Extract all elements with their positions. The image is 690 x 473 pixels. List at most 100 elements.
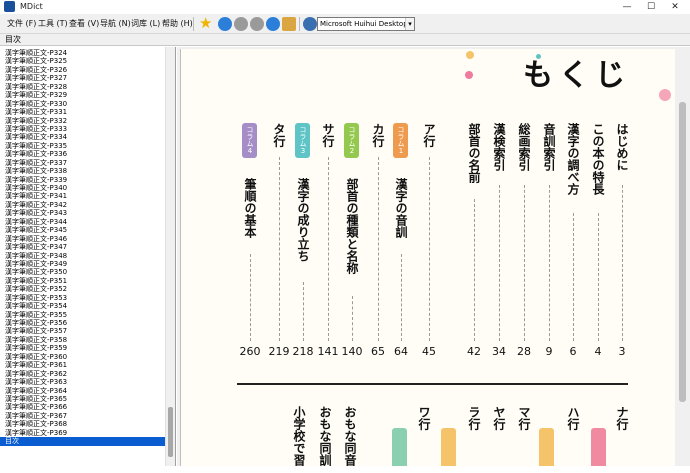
list-item[interactable]: 漢字筆順正文-P359 (0, 344, 166, 352)
list-item[interactable]: 漢字筆順正文-P331 (0, 108, 166, 116)
star-icon[interactable]: ★ (199, 15, 212, 31)
contents-entry[interactable]: この本の特長 (591, 123, 605, 195)
list-item[interactable]: 漢字筆順正文-P325 (0, 57, 166, 65)
list-item[interactable]: 漢字筆順正文-P363 (0, 378, 166, 386)
list-item[interactable]: 漢字筆順正文-P332 (0, 117, 166, 125)
contents-entry[interactable]: ア行 (422, 123, 436, 147)
viewer-scrollbar[interactable] (676, 47, 690, 466)
contents-entry[interactable]: ハ行 (566, 406, 580, 430)
page-title: もくじ (523, 58, 631, 93)
list-item[interactable]: 漢字筆順正文-P339 (0, 176, 166, 184)
column-badge (591, 428, 606, 466)
list-item[interactable]: 漢字筆順正文-P346 (0, 235, 166, 243)
contents-entry[interactable]: ナ行 (615, 406, 629, 430)
list-item[interactable]: 漢字筆順正文-P344 (0, 218, 166, 226)
menu-file[interactable]: 文件 (F) (7, 14, 36, 34)
menu-library[interactable]: 词库 (L) (131, 14, 160, 34)
menu-navigate[interactable]: 导航 (N) (100, 14, 131, 34)
forward-icon[interactable] (250, 17, 264, 31)
previous-icon[interactable] (266, 17, 280, 31)
maximize-button[interactable]: ☐ (639, 0, 663, 14)
contents-entry[interactable]: 音訓索引 (542, 123, 556, 171)
list-item[interactable]: 漢字筆順正文-P328 (0, 83, 166, 91)
page-number: 219 (268, 345, 290, 358)
list-item[interactable]: 漢字筆順正文-P338 (0, 167, 166, 175)
page-number: 140 (341, 345, 363, 358)
list-item[interactable]: 漢字筆順正文-P362 (0, 370, 166, 378)
list-item[interactable]: 漢字筆順正文-P335 (0, 142, 166, 150)
list-item[interactable]: 漢字筆順正文-P353 (0, 294, 166, 302)
speaker-icon[interactable] (303, 17, 317, 31)
menu-tools[interactable]: 工具 (T) (38, 14, 68, 34)
minimize-button[interactable]: — (615, 0, 639, 14)
list-item[interactable]: 漢字筆順正文-P334 (0, 133, 166, 141)
leader-line (401, 254, 402, 341)
contents-entry[interactable]: ワ行 (417, 406, 431, 430)
leader-line (352, 296, 353, 341)
list-item[interactable]: 漢字筆順正文-P336 (0, 150, 166, 158)
list-item[interactable]: 漢字筆順正文-P354 (0, 302, 166, 310)
menu-toolbar: 文件 (F) 工具 (T) 查看 (V) 导航 (N) 词库 (L) 帮助 (H… (0, 14, 690, 34)
list-item[interactable]: 漢字筆順正文-P345 (0, 226, 166, 234)
leader-line (279, 157, 280, 341)
contents-entry[interactable]: 漢字の音訓 (394, 178, 408, 238)
contents-entry[interactable]: ラ行 (467, 406, 481, 430)
list-item[interactable]: 漢字筆順正文-P347 (0, 243, 166, 251)
list-item[interactable]: 漢字筆順正文-P369 (0, 429, 166, 437)
contents-entry[interactable]: ヤ行 (492, 406, 506, 430)
contents-entry[interactable]: おもな同訓 (318, 406, 332, 466)
page-number: 28 (517, 345, 531, 358)
clipboard-icon[interactable] (282, 17, 296, 31)
list-item[interactable]: 漢字筆順正文-P329 (0, 91, 166, 99)
page-number: 34 (492, 345, 506, 358)
contents-entry[interactable]: おもな同音 (343, 406, 357, 466)
page-number: 260 (239, 345, 261, 358)
list-item[interactable]: 漢字筆順正文-P355 (0, 311, 166, 319)
list-item[interactable]: 漢字筆順正文-P337 (0, 159, 166, 167)
contents-entry[interactable]: サ行 (321, 123, 335, 147)
list-item[interactable]: 漢字筆順正文-P366 (0, 403, 166, 411)
menu-view[interactable]: 查看 (V) (69, 14, 99, 34)
contents-entry[interactable]: 漢字の調べ方 (566, 123, 580, 195)
list-item[interactable]: 漢字筆順正文-P368 (0, 420, 166, 428)
list-item[interactable]: 漢字筆順正文-P361 (0, 361, 166, 369)
close-button[interactable]: ✕ (663, 0, 687, 14)
contents-entry[interactable]: はじめに (615, 123, 629, 171)
contents-entry[interactable]: 漢検索引 (492, 123, 506, 171)
list-item[interactable]: 漢字筆順正文-P350 (0, 268, 166, 276)
menu-help[interactable]: 帮助 (H) (162, 14, 193, 34)
contents-entry[interactable]: タ行 (272, 123, 286, 147)
column-badge: コラム4 (242, 123, 257, 158)
title-bar: MDict — ☐ ✕ (0, 0, 690, 14)
leader-line (524, 185, 525, 341)
voice-select[interactable]: Microsoft Huihui Desktop - C ▾ (317, 17, 415, 31)
contents-entry[interactable]: 部首の名前 (467, 123, 481, 183)
list-item[interactable]: 漢字筆順正文-P360 (0, 353, 166, 361)
list-item[interactable]: 漢字筆順正文-P348 (0, 252, 166, 260)
sidebar-scrollbar[interactable] (165, 47, 175, 466)
chevron-down-icon[interactable]: ▾ (405, 18, 414, 30)
list-item[interactable]: 漢字筆順正文-P327 (0, 74, 166, 82)
contents-entry[interactable]: 小学校で習 (292, 406, 306, 466)
list-item[interactable]: 漢字筆順正文-P341 (0, 192, 166, 200)
viewer-scroll-thumb[interactable] (679, 102, 686, 402)
contents-entry[interactable]: 漢字の成り立ち (296, 178, 310, 262)
contents-entry[interactable]: 部首の種類と名称 (345, 178, 359, 274)
list-item[interactable]: 漢字筆順正文-P357 (0, 327, 166, 335)
section-divider (237, 383, 628, 385)
list-item[interactable]: 漢字筆順正文-P330 (0, 100, 166, 108)
list-item[interactable]: 目次 (0, 437, 166, 446)
list-item[interactable]: 漢字筆順正文-P367 (0, 412, 166, 420)
list-item[interactable]: 漢字筆順正文-P351 (0, 277, 166, 285)
back-icon[interactable] (234, 17, 248, 31)
list-item[interactable]: 漢字筆順正文-P352 (0, 285, 166, 293)
home-icon[interactable] (218, 17, 232, 31)
list-item[interactable]: 漢字筆順正文-P364 (0, 387, 166, 395)
list-item[interactable]: 漢字筆順正文-P343 (0, 209, 166, 217)
contents-entry[interactable]: カ行 (371, 123, 385, 147)
contents-entry[interactable]: マ行 (517, 406, 531, 430)
toolbar-separator (193, 17, 194, 31)
sidebar-scroll-thumb[interactable] (168, 407, 173, 457)
contents-entry[interactable]: 総画索引 (517, 123, 531, 171)
contents-entry[interactable]: 筆順の基本 (243, 178, 257, 238)
